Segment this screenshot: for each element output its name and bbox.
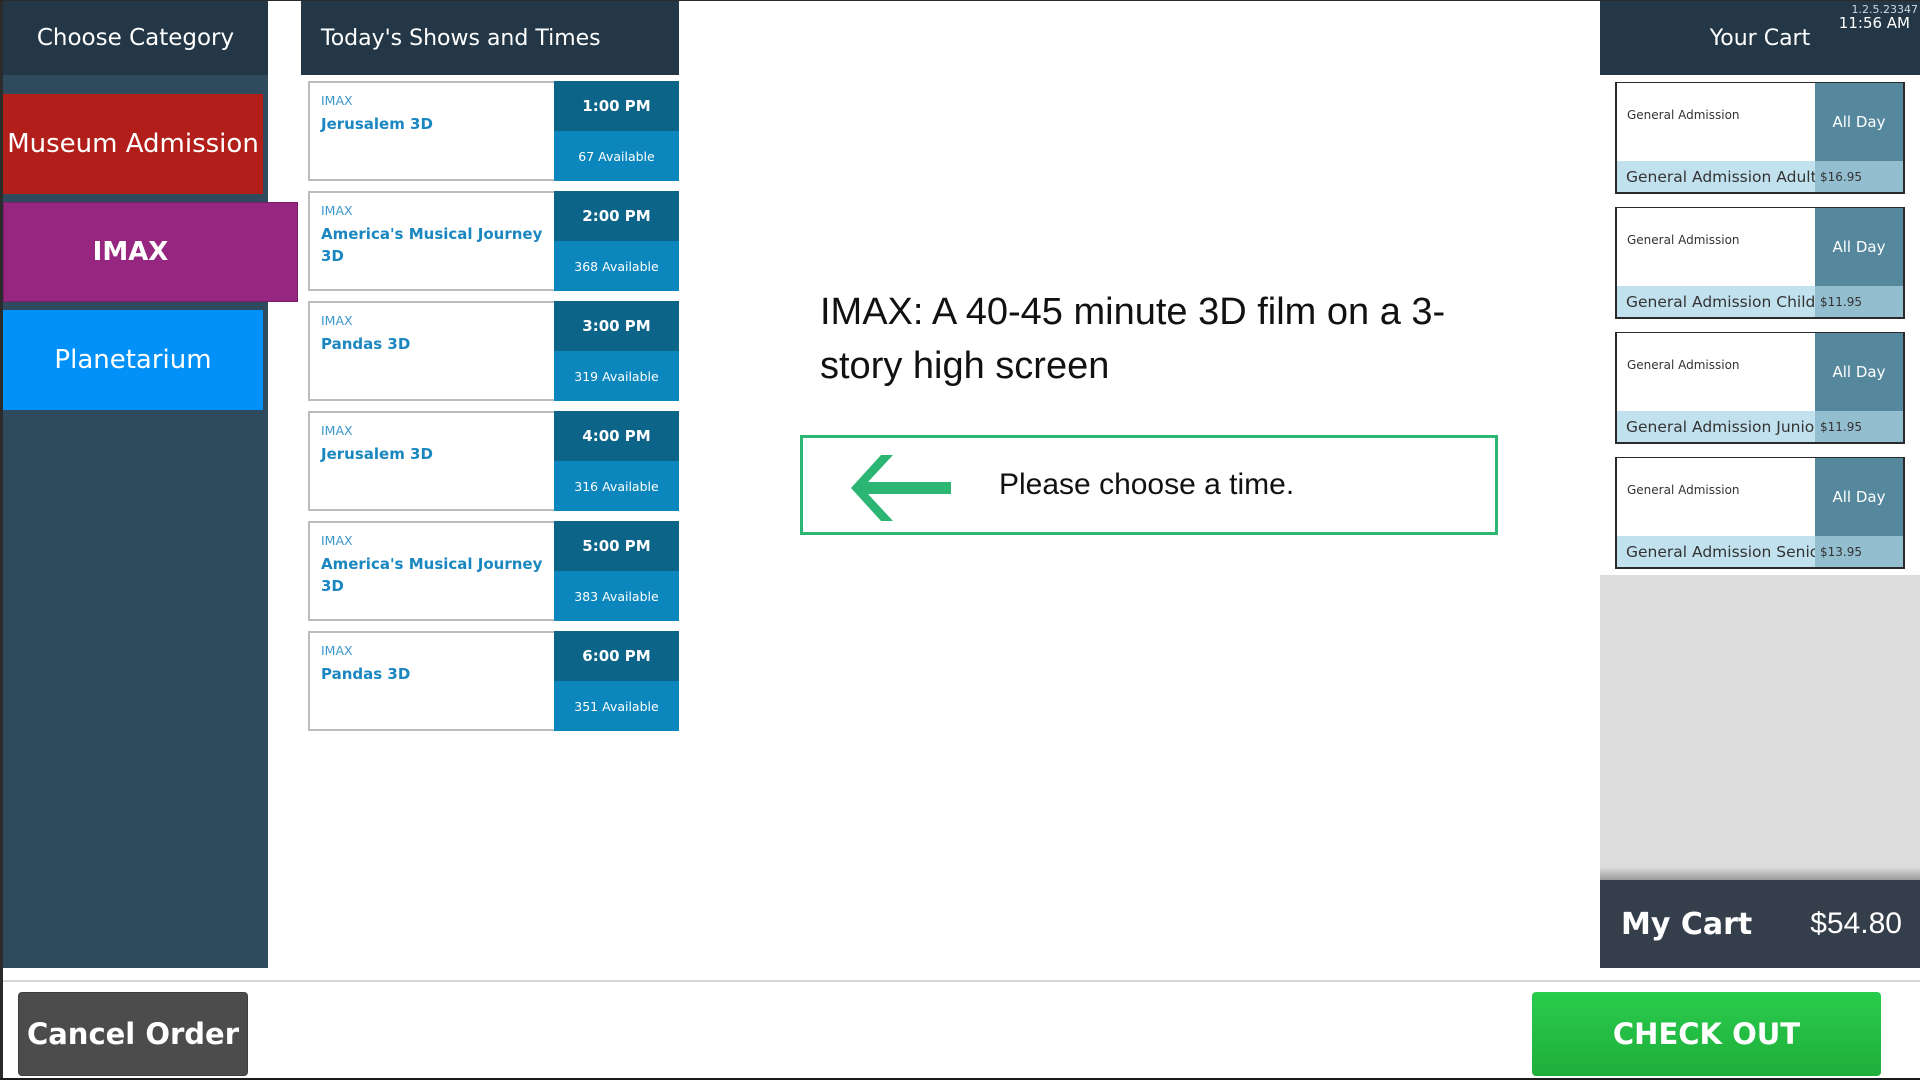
show-availability: 383 Available — [554, 571, 679, 621]
show-availability: 319 Available — [554, 351, 679, 401]
show-info: IMAX America's Musical Journey 3D — [310, 193, 554, 289]
cart-item[interactable]: General Admission All Day General Admiss… — [1615, 207, 1905, 319]
category-label: Museum Admission — [7, 129, 259, 159]
show-time: 2:00 PM — [554, 191, 679, 241]
cart-item[interactable]: General Admission All Day General Admiss… — [1615, 332, 1905, 444]
cart-item-category: General Admission — [1627, 358, 1740, 372]
show-availability: 368 Available — [554, 241, 679, 291]
cart-item-price: $11.95 — [1815, 411, 1903, 442]
show-time: 5:00 PM — [554, 521, 679, 571]
show-title: America's Musical Journey 3D — [321, 555, 543, 595]
show-category: IMAX — [321, 423, 353, 438]
show-title: Jerusalem 3D — [321, 115, 433, 133]
cart-total-value: $54.80 — [1810, 907, 1902, 940]
sidebar-header: Choose Category — [3, 1, 268, 75]
show-card[interactable]: IMAX Jerusalem 3D 1:00 PM 67 Available — [308, 81, 679, 181]
show-card[interactable]: IMAX Jerusalem 3D 4:00 PM 316 Available — [308, 411, 679, 511]
show-card[interactable]: IMAX Pandas 3D 6:00 PM 351 Available — [308, 631, 679, 731]
show-availability: 316 Available — [554, 461, 679, 511]
show-category: IMAX — [321, 533, 353, 548]
cart-panel: Your Cart 1.2.5.23347 11:56 AM General A… — [1600, 1, 1920, 968]
cart-item[interactable]: General Admission All Day General Admiss… — [1615, 82, 1905, 194]
show-card[interactable]: IMAX America's Musical Journey 3D 5:00 P… — [308, 521, 679, 621]
show-timeslot[interactable]: 3:00 PM 319 Available — [554, 301, 679, 401]
show-category: IMAX — [321, 203, 353, 218]
show-info: IMAX Pandas 3D — [310, 303, 554, 399]
clock: 11:56 AM — [1838, 14, 1910, 32]
arrow-left-icon — [851, 455, 951, 521]
cart-item-price: $16.95 — [1815, 161, 1903, 192]
cart-header: Your Cart 1.2.5.23347 11:56 AM — [1600, 1, 1920, 75]
show-timeslot[interactable]: 5:00 PM 383 Available — [554, 521, 679, 621]
show-time: 6:00 PM — [554, 631, 679, 681]
show-info: IMAX Jerusalem 3D — [310, 83, 554, 179]
show-title: America's Musical Journey 3D — [321, 225, 543, 265]
cart-items: General Admission All Day General Admiss… — [1615, 82, 1905, 582]
shows-list: IMAX Jerusalem 3D 1:00 PM 67 Available I… — [308, 81, 679, 741]
shows-header: Today's Shows and Times — [301, 1, 679, 75]
show-timeslot[interactable]: 4:00 PM 316 Available — [554, 411, 679, 511]
cart-item-name: General Admission Senior — [1617, 536, 1826, 567]
category-label: IMAX — [92, 237, 169, 267]
cart-item-slot: All Day — [1815, 458, 1903, 536]
cancel-order-button[interactable]: Cancel Order — [18, 992, 248, 1076]
show-info: IMAX Pandas 3D — [310, 633, 554, 729]
show-time: 4:00 PM — [554, 411, 679, 461]
show-category: IMAX — [321, 93, 353, 108]
cart-item-category: General Admission — [1627, 108, 1740, 122]
checkout-button[interactable]: CHECK OUT — [1532, 992, 1881, 1076]
show-time: 1:00 PM — [554, 81, 679, 131]
footer-divider — [3, 980, 1920, 982]
show-info: IMAX America's Musical Journey 3D — [310, 523, 554, 619]
category-label: Planetarium — [54, 345, 212, 375]
show-card[interactable]: IMAX America's Musical Journey 3D 2:00 P… — [308, 191, 679, 291]
cart-total-label: My Cart — [1621, 906, 1753, 942]
cart-empty-area — [1600, 575, 1920, 880]
show-timeslot[interactable]: 1:00 PM 67 Available — [554, 81, 679, 181]
show-availability: 67 Available — [554, 131, 679, 181]
cart-divider-shadow — [1600, 867, 1920, 880]
cart-title: Your Cart — [1709, 25, 1811, 51]
cart-item-price: $11.95 — [1815, 286, 1903, 317]
show-info: IMAX Jerusalem 3D — [310, 413, 554, 509]
show-time: 3:00 PM — [554, 301, 679, 351]
cart-item-name: General Admission Child — [1617, 286, 1815, 317]
cart-item-price: $13.95 — [1815, 536, 1903, 567]
cart-item-category: General Admission — [1627, 483, 1740, 497]
show-card[interactable]: IMAX Pandas 3D 3:00 PM 319 Available — [308, 301, 679, 401]
show-timeslot[interactable]: 2:00 PM 368 Available — [554, 191, 679, 291]
show-category: IMAX — [321, 313, 353, 328]
cart-item-name: General Admission Junior — [1617, 411, 1821, 442]
cart-item-slot: All Day — [1815, 208, 1903, 286]
category-description: IMAX: A 40-45 minute 3D film on a 3-stor… — [820, 291, 1446, 387]
choose-time-text: Please choose a time. — [999, 468, 1295, 501]
cart-item[interactable]: General Admission All Day General Admiss… — [1615, 457, 1905, 569]
show-title: Pandas 3D — [321, 335, 411, 353]
show-timeslot[interactable]: 6:00 PM 351 Available — [554, 631, 679, 731]
cart-item-name: General Admission Adult — [1617, 161, 1817, 192]
show-category: IMAX — [321, 643, 353, 658]
cart-item-slot: All Day — [1815, 83, 1903, 161]
show-title: Pandas 3D — [321, 665, 411, 683]
category-planetarium-button[interactable]: Planetarium — [3, 310, 263, 410]
category-imax-button[interactable]: IMAX — [3, 202, 298, 302]
cart-item-slot: All Day — [1815, 333, 1903, 411]
show-availability: 351 Available — [554, 681, 679, 731]
category-sidebar: Choose Category Museum Admission IMAX Pl… — [3, 1, 298, 968]
cart-item-category: General Admission — [1627, 233, 1740, 247]
category-museum-admission-button[interactable]: Museum Admission — [3, 94, 263, 194]
show-title: Jerusalem 3D — [321, 445, 433, 463]
cart-total-bar[interactable]: My Cart $54.80 — [1600, 880, 1920, 968]
choose-time-prompt: Please choose a time. — [800, 435, 1498, 535]
